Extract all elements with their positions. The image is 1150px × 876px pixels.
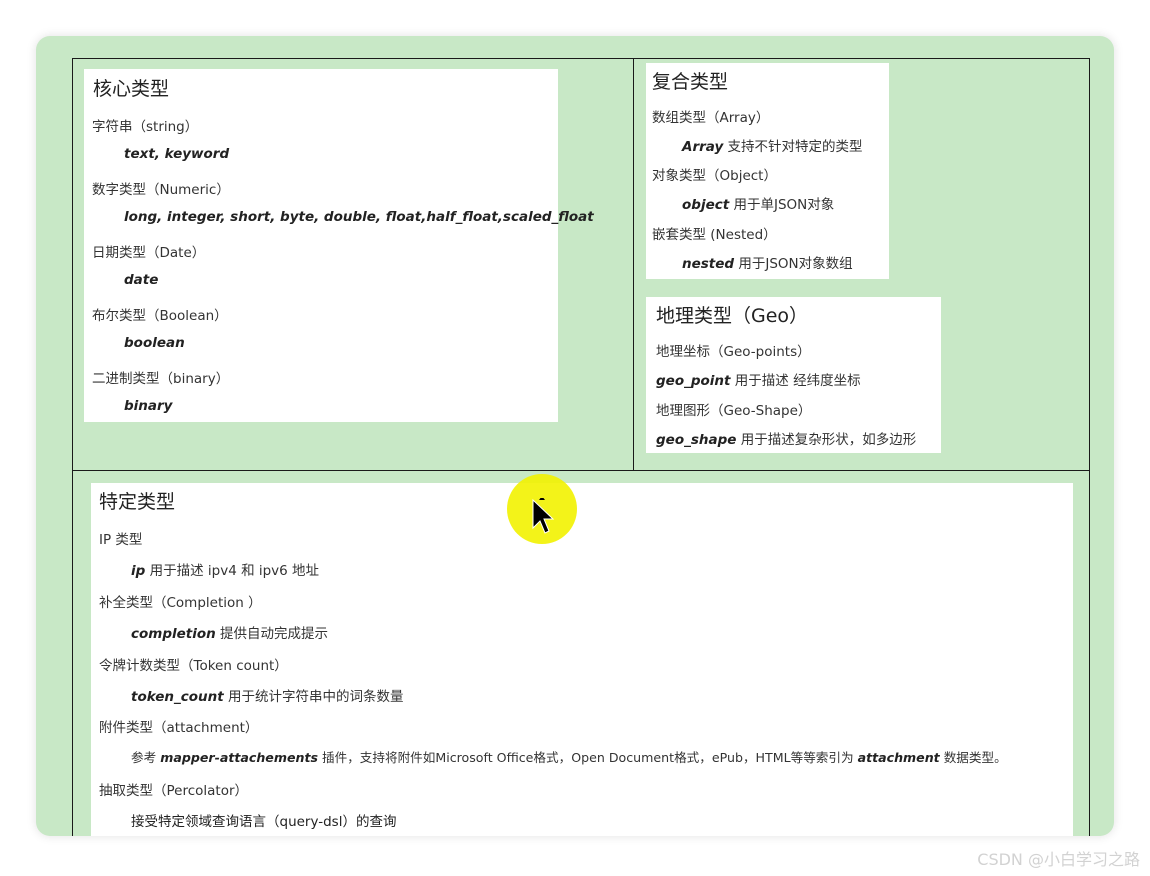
numeric-type-values: long, integer, short, byte, double, floa…: [124, 209, 594, 225]
boolean-type-values: boolean: [124, 335, 185, 351]
token-count-type-label: 令牌计数类型（Token count）: [99, 658, 288, 674]
geo-shape-text: 用于描述复杂形状，如多边形: [736, 432, 917, 448]
ip-keyword: ip: [131, 563, 146, 579]
token-count-keyword: token_count: [131, 689, 224, 705]
attachment-mid: 插件，支持将附件如Microsoft Office格式，Open Documen…: [318, 750, 858, 765]
binary-type-values: binary: [124, 398, 173, 414]
completion-type-label: 补全类型（Completion ）: [99, 595, 262, 611]
completion-type-desc: completion 提供自动完成提示: [99, 622, 328, 642]
complex-types-panel: 复合类型 数组类型（Array） Array 支持不针对特定的类型 对象类型（O…: [646, 63, 889, 279]
attachment-keyword: attachment: [857, 750, 940, 765]
object-type-label: 对象类型（Object）: [652, 168, 777, 184]
attachment-type-label: 附件类型（attachment）: [99, 720, 259, 736]
percolator-type-label: 抽取类型（Percolator）: [99, 783, 249, 799]
complex-types-title: 复合类型: [652, 71, 729, 93]
specific-types-title: 特定类型: [99, 491, 176, 513]
array-type-label: 数组类型（Array）: [652, 110, 770, 126]
object-keyword: object: [682, 197, 730, 213]
vertical-divider: [633, 59, 634, 470]
percolator-type-desc: 接受特定领域查询语言（query-dsl）的查询: [131, 814, 397, 830]
ip-type-desc: ip 用于描述 ipv4 和 ipv6 地址: [99, 559, 319, 579]
geo-point-desc: geo_point 用于描述 经纬度坐标: [656, 369, 861, 389]
boolean-type-label: 布尔类型（Boolean）: [92, 308, 228, 324]
completion-keyword: completion: [131, 626, 216, 642]
attachment-type-desc: 参考 mapper-attachements 插件，支持将附件如Microsof…: [99, 747, 1007, 766]
nested-keyword: nested: [682, 256, 735, 272]
token-count-desc: 用于统计字符串中的词条数量: [223, 689, 404, 705]
geo-types-panel: 地理类型（Geo） 地理坐标（Geo-points） geo_point 用于描…: [646, 297, 941, 453]
nested-type-label: 嵌套类型 (Nested）: [652, 227, 777, 243]
array-desc: 支持不针对特定的类型: [723, 139, 863, 155]
geo-point-keyword: geo_point: [656, 373, 731, 389]
date-type-label: 日期类型（Date）: [92, 245, 206, 261]
numeric-type-label: 数字类型（Numeric）: [92, 182, 230, 198]
string-type-values: text, keyword: [124, 146, 230, 162]
move-cursor-icon: [532, 498, 555, 534]
core-types-title: 核心类型: [93, 78, 170, 100]
core-types-panel: 核心类型 字符串（string） text, keyword 数字类型（Nume…: [84, 69, 594, 422]
geo-shape-desc: geo_shape 用于描述复杂形状，如多边形: [656, 428, 916, 448]
attachment-pre: 参考: [131, 750, 161, 765]
token-count-type-desc: token_count 用于统计字符串中的词条数量: [99, 685, 404, 705]
ip-type-label: IP 类型: [99, 532, 143, 548]
completion-desc: 提供自动完成提示: [215, 626, 329, 642]
nested-type-desc: nested 用于JSON对象数组: [650, 252, 853, 272]
object-type-desc: object 用于单JSON对象: [650, 193, 834, 213]
geo-shape-label: 地理图形（Geo-Shape）: [656, 403, 812, 419]
geo-shape-keyword: geo_shape: [656, 432, 737, 448]
geo-points-label: 地理坐标（Geo-points）: [656, 344, 811, 360]
nested-desc: 用于JSON对象数组: [734, 256, 853, 272]
horizontal-divider: [73, 470, 1089, 471]
date-type-values: date: [124, 272, 159, 288]
slide: 核心类型 字符串（string） text, keyword 数字类型（Nume…: [36, 36, 1114, 836]
attachment-plugin-keyword: mapper-attachements: [160, 750, 318, 765]
object-desc: 用于单JSON对象: [729, 197, 835, 213]
specific-types-panel: 特定类型 IP 类型 ip 用于描述 ipv4 和 ipv6 地址 补全类型（C…: [91, 483, 1073, 836]
array-keyword: Array: [682, 139, 724, 155]
attachment-post: 数据类型。: [939, 750, 1007, 765]
geo-types-title: 地理类型（Geo）: [656, 305, 809, 327]
watermark: CSDN @小白学习之路: [977, 850, 1140, 869]
string-type-label: 字符串（string）: [92, 119, 199, 135]
array-type-desc: Array 支持不针对特定的类型: [650, 135, 863, 155]
binary-type-label: 二进制类型（binary）: [92, 371, 230, 387]
ip-desc: 用于描述 ipv4 和 ipv6 地址: [145, 563, 320, 579]
geo-point-text: 用于描述 经纬度坐标: [730, 373, 861, 389]
